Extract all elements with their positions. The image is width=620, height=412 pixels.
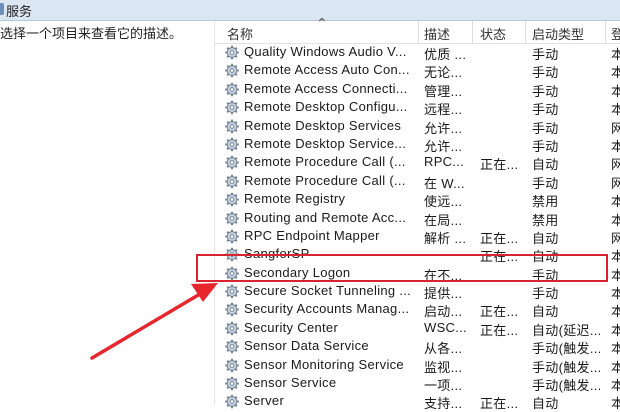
annotation-arrow xyxy=(90,283,218,360)
arrow-shaft xyxy=(90,289,207,360)
arrow-head xyxy=(191,283,218,302)
